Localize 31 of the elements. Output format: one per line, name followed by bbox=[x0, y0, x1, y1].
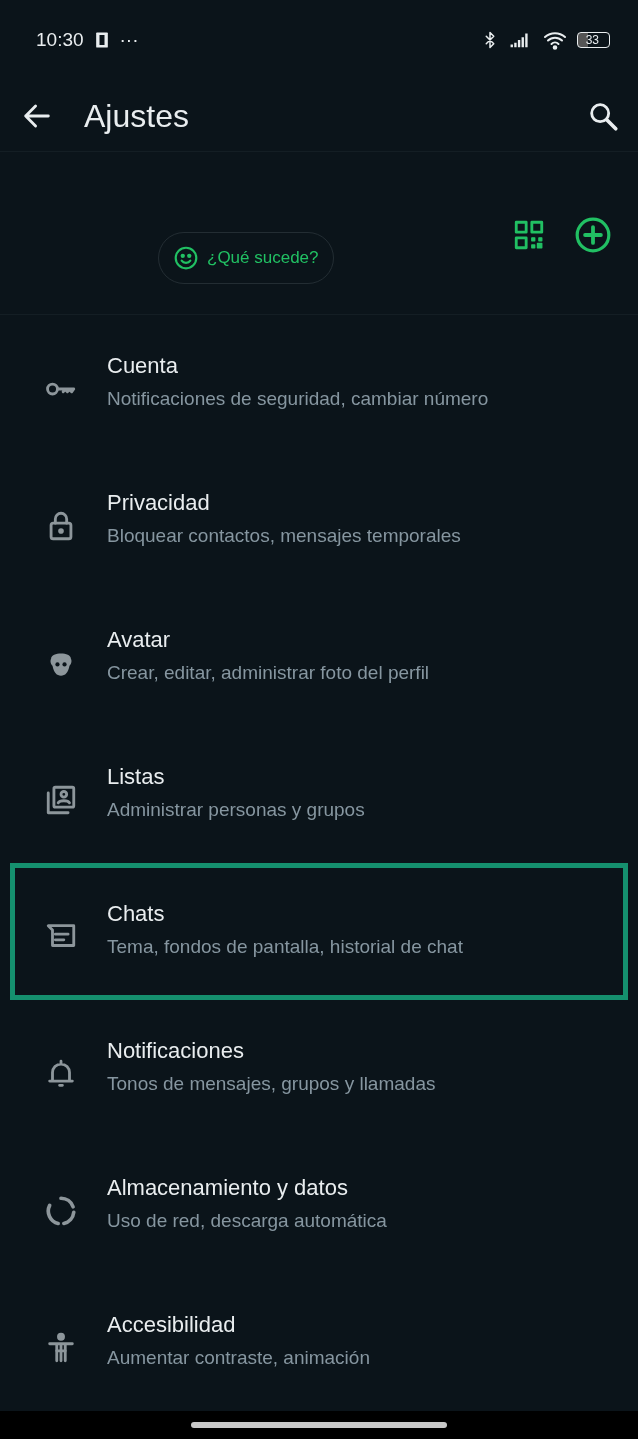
settings-item[interactable]: Listas Administrar personas y grupos bbox=[10, 725, 628, 863]
item-title: Listas bbox=[107, 762, 166, 791]
settings-item[interactable]: Chats Tema, fondos de pantalla, historial de chat bbox=[10, 862, 628, 1000]
item-description: Tonos de mensajes, grupos y llamadas bbox=[107, 1071, 437, 1096]
settings-item[interactable]: Notificaciones Tonos de mensajes, grupos y llamadas bbox=[10, 999, 628, 1137]
item-title: Cuenta bbox=[107, 351, 179, 380]
item-title: Chats bbox=[107, 899, 166, 928]
more-notifications-text: ··· bbox=[119, 28, 139, 53]
settings-item[interactable]: Almacenamiento y datos Uso de red, descarga automática bbox=[10, 1136, 628, 1274]
item-title: Notificaciones bbox=[107, 1036, 245, 1065]
item-description: Tema, fondos de pantalla, historial de chat bbox=[107, 934, 464, 959]
item-title: Privacidad bbox=[107, 488, 211, 517]
battery-indicator: 33 bbox=[576, 32, 610, 49]
settings-item[interactable]: Privacidad Bloquear contactos, mensajes temporales bbox=[10, 451, 628, 589]
item-title: Avatar bbox=[107, 625, 172, 654]
item-description: Aumentar contraste, animación bbox=[107, 1345, 371, 1370]
page-title: Ajustes bbox=[84, 96, 190, 136]
item-description: Notificaciones de seguridad, cambiar número bbox=[107, 386, 490, 411]
item-description: Bloquear contactos, mensajes temporales bbox=[107, 523, 462, 548]
settings-item[interactable]: Avatar Crear, editar, administrar foto del perfil bbox=[10, 588, 628, 726]
item-title: Almacenamiento y datos bbox=[107, 1173, 349, 1202]
smiley-icon bbox=[173, 245, 199, 272]
home-indicator[interactable] bbox=[191, 1421, 447, 1428]
item-description: Crear, editar, administrar foto del perfil bbox=[107, 660, 431, 685]
item-title: Accesibilidad bbox=[107, 1310, 237, 1339]
item-description: Uso de red, descarga automática bbox=[107, 1208, 388, 1233]
settings-item[interactable]: Cuenta Notificaciones de seguridad, cambiar número bbox=[10, 314, 628, 452]
settings-item[interactable]: Accesibilidad Aumentar contraste, animación bbox=[10, 1273, 628, 1411]
item-description: Administrar personas y grupos bbox=[107, 797, 366, 822]
clock-text: 10:30 bbox=[36, 28, 84, 53]
add-circle-icon[interactable] bbox=[574, 216, 612, 255]
